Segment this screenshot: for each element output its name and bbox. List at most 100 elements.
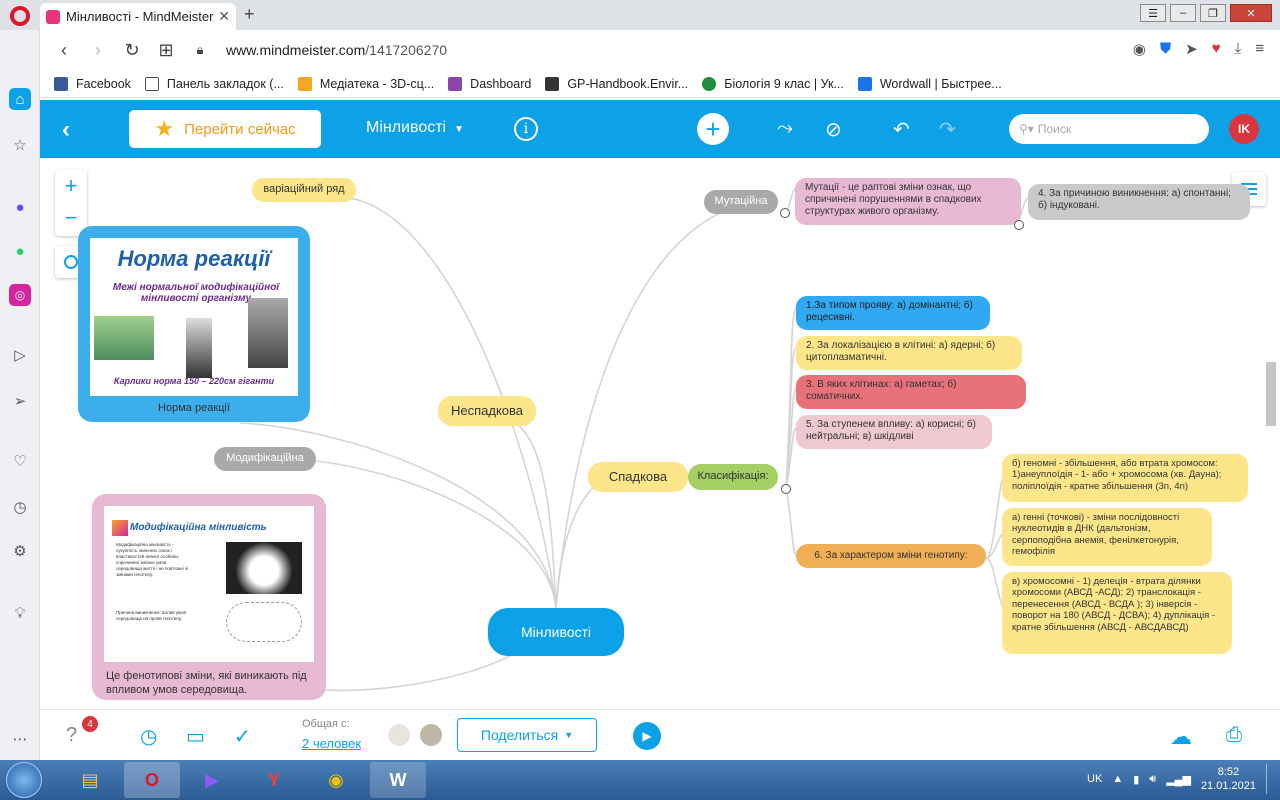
zoom-in-button[interactable]: + [55, 170, 87, 202]
back-icon[interactable]: ‹ [54, 40, 74, 61]
cloud-download-icon[interactable]: ☁ [1170, 724, 1192, 750]
app-taskbar-icon[interactable]: ▶ [184, 762, 240, 798]
history-icon[interactable]: ◷ [140, 724, 157, 749]
bookmark-item[interactable]: Dashboard [448, 76, 531, 91]
home-icon[interactable]: ⌂ [9, 88, 31, 110]
checkmark-icon[interactable]: ✓ [234, 724, 251, 749]
close-window-button[interactable]: ✕ [1230, 4, 1272, 22]
collapse-toggle[interactable] [781, 484, 791, 494]
language-indicator[interactable]: UK [1087, 773, 1102, 785]
reload-icon[interactable]: ↻ [122, 40, 142, 61]
root-topic[interactable]: Мінливості [488, 608, 624, 656]
bookmark-item[interactable]: Wordwall | Быстрее... [857, 76, 1002, 91]
topic-by-localization[interactable]: 2. За локалізацією в клітині: а) ядерні;… [796, 336, 1022, 370]
clock[interactable]: 8:52 21.01.2021 [1201, 765, 1256, 794]
signal-icon[interactable]: ▂▄▆ [1166, 773, 1191, 786]
send-icon[interactable]: ➤ [1185, 40, 1198, 58]
print-icon[interactable]: ⎙ [1226, 724, 1242, 747]
shield-icon[interactable]: ⛊ [1160, 40, 1171, 58]
bookmark-item[interactable]: Медіатека - 3D-сц... [297, 76, 434, 91]
start-button[interactable] [6, 762, 42, 798]
collaborator-avatar[interactable] [420, 724, 442, 746]
undo-icon[interactable]: ↶ [893, 117, 910, 142]
bookmark-item[interactable]: GP-Handbook.Envir... [545, 76, 688, 91]
yandex-taskbar-icon[interactable]: Y [246, 762, 302, 798]
chrome-taskbar-icon[interactable]: ◉ [308, 762, 364, 798]
heart-icon[interactable]: ♡ [9, 450, 31, 472]
topic-genomic-mutations[interactable]: б) геномні - збільшення, або втрата хром… [1002, 454, 1248, 502]
messenger-icon[interactable]: ● [9, 196, 31, 218]
whatsapp-icon[interactable]: ● [9, 240, 31, 262]
url-field[interactable]: www.mindmeister.com/1417206270 [226, 42, 447, 58]
bookmark-item[interactable]: Біологія 9 клас | Ук... [702, 76, 844, 91]
map-title-dropdown[interactable]: Мінливості ▼ [366, 119, 464, 137]
bookmark-item[interactable]: Панель закладок (... [144, 76, 284, 91]
camera-icon[interactable]: ◉ [1133, 40, 1146, 58]
maximize-button[interactable]: ❐ [1200, 4, 1226, 22]
history-icon[interactable]: ◷ [9, 496, 31, 518]
collaborator-avatar[interactable] [388, 724, 410, 746]
help-icon[interactable]: ? [66, 724, 77, 747]
settings-gear-icon[interactable]: ⚙ [9, 540, 31, 562]
share-button[interactable]: Поделиться ▼ [457, 718, 597, 752]
opera-logo-icon[interactable] [10, 6, 30, 26]
volume-icon[interactable]: 🔊︎ [1149, 773, 1156, 786]
player-icon[interactable]: ▷ [9, 344, 31, 366]
topic-classification[interactable]: Класифікація: [688, 464, 778, 490]
explorer-taskbar-icon[interactable]: ▤ [62, 762, 118, 798]
star-icon[interactable]: ☆ [9, 134, 31, 156]
heart-icon[interactable]: ♥ [1212, 40, 1221, 58]
topic-modification-image-card[interactable]: Модифікаційна мінливість Модифікаційна м… [92, 494, 326, 700]
add-topic-button[interactable]: + [697, 113, 729, 145]
redo-icon[interactable]: ↷ [939, 117, 956, 142]
topic-by-impact[interactable]: 5. За ступенем впливу: а) корисні; б) не… [796, 415, 992, 449]
tabs-menu-button[interactable]: ☰ [1140, 4, 1166, 22]
user-avatar[interactable]: IK [1229, 114, 1259, 144]
search-input[interactable]: ⚲▾ Поиск [1009, 114, 1209, 144]
flow-send-icon[interactable]: ➢ [9, 390, 31, 412]
instagram-icon[interactable]: ◎ [9, 284, 31, 306]
close-tab-icon[interactable]: ✕ [218, 8, 230, 25]
mindmap-canvas[interactable]: + − варіаційний ряд Норма реакції Межі н… [40, 158, 1280, 709]
topic-modification[interactable]: Модифікаційна [214, 447, 316, 471]
connect-icon[interactable]: ⤳ [777, 117, 793, 140]
play-presentation-button[interactable]: ▶ [633, 722, 661, 750]
topic-gene-mutations[interactable]: а) генні (точкові) - зміни послідовності… [1002, 508, 1212, 566]
topic-by-cell-type[interactable]: 3. В яких клітинах: а) гаметах; б) сомат… [796, 375, 1026, 409]
topic-by-cause[interactable]: 4. За причиною виникнення: а) спонтанні;… [1028, 184, 1250, 220]
more-icon[interactable]: ⋯ [9, 728, 31, 750]
topic-mutational[interactable]: Мутаційна [704, 190, 778, 214]
no-style-icon[interactable]: ⊘ [825, 117, 842, 142]
tray-arrow-icon[interactable]: ▲ [1112, 773, 1123, 785]
presentation-icon[interactable]: ▭ [186, 724, 205, 749]
back-chevron-icon[interactable]: ‹ [62, 116, 70, 144]
network-icon[interactable]: ▮ [1133, 773, 1139, 786]
topic-hereditary[interactable]: Спадкова [588, 462, 688, 492]
topic-norma-image-card[interactable]: Норма реакції Межі нормальної модифікаці… [78, 226, 310, 422]
opera-taskbar-icon[interactable]: O [124, 762, 180, 798]
collapse-toggle[interactable] [780, 208, 790, 218]
topic-nonhereditary[interactable]: Неспадкова [438, 396, 536, 426]
minimize-button[interactable]: – [1170, 4, 1196, 22]
goto-now-button[interactable]: ★ Перейти сейчас [129, 110, 321, 148]
topic-by-genotype-change[interactable]: 6. За характером зміни генотипу: [796, 544, 986, 568]
vertical-scrollbar[interactable] [1266, 362, 1276, 426]
mindmeister-favicon-icon [46, 9, 60, 24]
bookmark-item[interactable]: Facebook [54, 76, 131, 91]
topic-mutation-definition[interactable]: Мутації - це раптові зміни ознак, що спр… [795, 178, 1021, 225]
download-icon[interactable]: ⤓ [1235, 40, 1242, 58]
topic-variation-series[interactable]: варіаційний ряд [252, 178, 356, 202]
easy-setup-icon[interactable]: ≡ [1255, 40, 1264, 58]
shared-count-link[interactable]: 2 человек [302, 736, 361, 751]
topic-by-manifestation[interactable]: 1.За типом прояву: а) домінантні; б) рец… [796, 296, 990, 330]
new-tab-button[interactable]: + [244, 4, 255, 25]
info-icon[interactable]: i [514, 117, 538, 141]
lightbulb-icon[interactable]: 💡︎ [9, 602, 31, 624]
speed-dial-icon[interactable]: ⊞ [156, 40, 176, 61]
word-taskbar-icon[interactable]: W [370, 762, 426, 798]
forward-icon[interactable]: › [88, 40, 108, 61]
show-desktop-button[interactable] [1266, 764, 1274, 794]
topic-chromosomal-mutations[interactable]: в) хромосомні - 1) делеція - втрата діля… [1002, 572, 1232, 654]
collapse-toggle[interactable] [1014, 220, 1024, 230]
browser-tab[interactable]: Мінливості - MindMeister ✕ [40, 3, 236, 30]
